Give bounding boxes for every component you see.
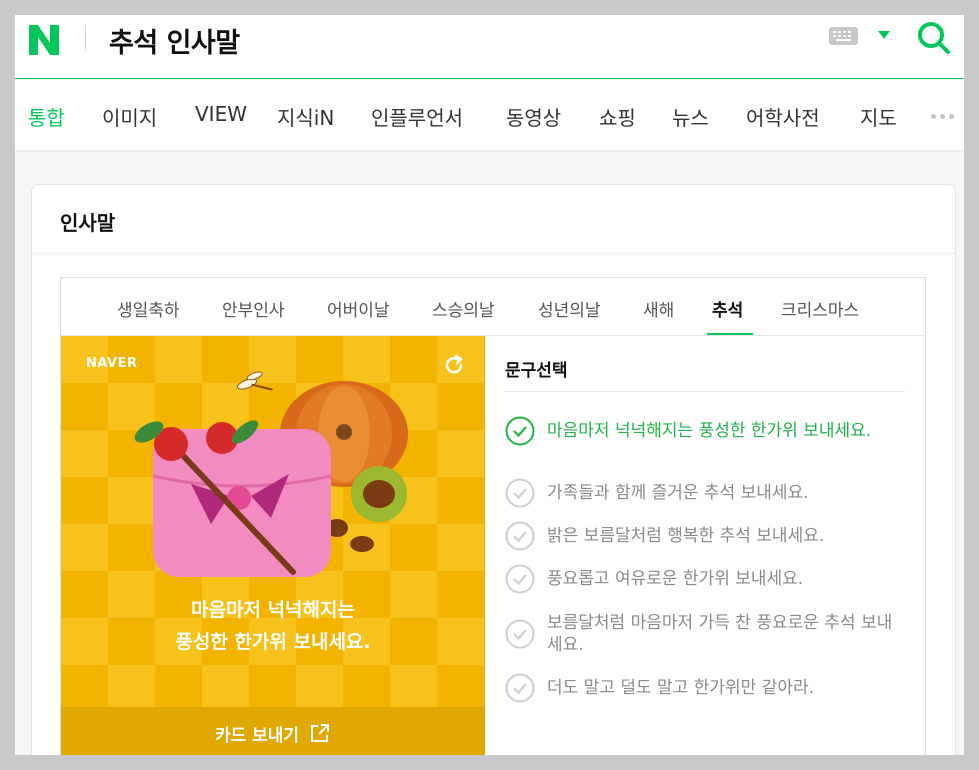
check-icon [505,564,535,594]
check-icon [505,619,535,649]
autocomplete-toggle-icon[interactable] [878,31,890,39]
check-icon [505,521,535,551]
tab-integrated[interactable]: 통합 [28,102,65,131]
check-icon [505,478,535,508]
more-tabs-button[interactable] [931,114,954,119]
tab-shopping[interactable]: 쇼핑 [599,102,636,131]
phrase-option[interactable]: 밝은 보름달처럼 행복한 추석 보내세요. [505,521,905,551]
send-card-label: 카드 보내기 [214,725,300,746]
phrase-text: 밝은 보름달처럼 행복한 추석 보내세요. [547,526,825,546]
greeting-section: 인사말 생일축하 안부인사 어버이날 스승의날 성년의날 새해 추석 크리스마스 [31,184,956,755]
phrase-option[interactable]: 마음마저 넉넉해지는 풍성한 한가위 보내세요. [505,416,905,446]
check-icon [505,673,535,703]
category-teachers-day[interactable]: 스승의날 [432,296,495,321]
phrase-text: 가족들과 함께 즐거운 추석 보내세요. [547,483,809,503]
greeting-card-message-line2: 풍성한 한가위 보내세요. [175,631,371,653]
keyboard-icon[interactable] [829,27,858,45]
greeting-card-message: 마음마저 넉넉해지는 풍성한 한가위 보내세요. [61,594,485,658]
phrase-panel-divider [505,391,905,392]
tab-images[interactable]: 이미지 [102,102,157,131]
phrase-option[interactable]: 가족들과 함께 즐거운 추석 보내세요. [505,478,905,508]
send-card-button[interactable]: 카드 보내기 [61,707,485,755]
tab-news[interactable]: 뉴스 [672,102,709,131]
greeting-card-message-line1: 마음마저 넉넉해지는 [191,599,355,621]
greeting-card-preview: NAVER 마음마저 넉넉해지는 풍성한 한가위 보내세요. 카드 보내기 [61,336,485,755]
chuseok-illustration [61,336,484,712]
search-divider [85,25,86,51]
check-selected-icon [505,416,535,446]
phrase-option[interactable]: 더도 말고 덜도 말고 한가위만 같아라. [505,673,905,703]
tab-influencer[interactable]: 인플루언서 [371,102,463,131]
category-new-year[interactable]: 새해 [643,296,674,321]
category-regards[interactable]: 안부인사 [222,296,285,321]
phrase-text: 마음마저 넉넉해지는 풍성한 한가위 보내세요. [547,421,872,441]
tab-dictionary[interactable]: 어학사전 [746,102,820,131]
phrase-text: 풍요롭고 여유로운 한가위 보내세요. [547,569,804,589]
category-christmas[interactable]: 크리스마스 [781,296,859,321]
greeting-card-brand: NAVER [86,356,138,371]
tab-map[interactable]: 지도 [860,102,897,131]
tab-video[interactable]: 동영상 [506,102,561,131]
phrase-option[interactable]: 풍요롭고 여유로운 한가위 보내세요. [505,564,905,594]
category-parents-day[interactable]: 어버이날 [327,296,390,321]
category-birthday[interactable]: 생일축하 [117,296,180,321]
search-results-page: 추석 인사말 통합 이미지 VIEW 지식iN 인플루언서 동영상 쇼핑 뉴스 … [15,15,964,755]
phrase-selection-panel: 문구선택 마음마저 넉넉해지는 풍성한 한가위 보내세요. 가족들과 함께 즐거… [485,336,925,755]
greeting-box: 생일축하 안부인사 어버이날 스승의날 성년의날 새해 추석 크리스마스 NAV… [60,277,926,755]
search-icon[interactable] [915,19,951,55]
section-title: 인사말 [60,211,116,235]
search-tab-bar: 통합 이미지 VIEW 지식iN 인플루언서 동영상 쇼핑 뉴스 어학사전 지도 [15,80,964,150]
search-header: 추석 인사말 [15,15,964,79]
phrase-text: 보름달처럼 마음마저 가득 찬 풍요로운 추석 보내세요. [547,613,893,655]
category-chuseok[interactable]: 추석 [712,296,743,321]
search-query-input[interactable]: 추석 인사말 [109,21,240,60]
phrase-text: 더도 말고 덜도 말고 한가위만 같아라. [547,678,815,698]
phrase-panel-title: 문구선택 [505,361,568,381]
naver-logo[interactable] [27,23,61,57]
tab-knowledge-in[interactable]: 지식iN [277,102,334,131]
phrase-option[interactable]: 보름달처럼 마음마저 가득 찬 풍요로운 추석 보내세요. [505,612,905,656]
share-icon [311,724,330,742]
tab-view[interactable]: VIEW [195,102,247,126]
section-divider [32,253,955,254]
category-coming-of-age-day[interactable]: 성년의날 [538,296,601,321]
refresh-icon[interactable] [443,354,465,376]
